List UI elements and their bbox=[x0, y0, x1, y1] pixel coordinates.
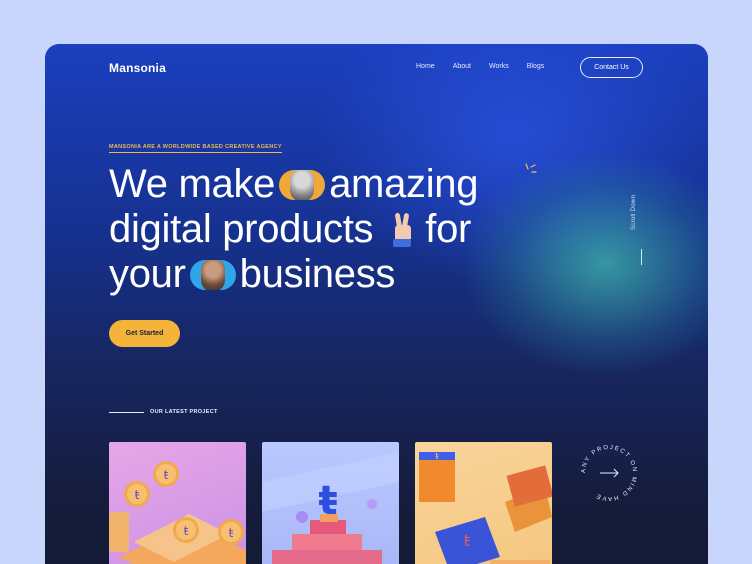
latest-project-heading: OUR LATEST PROJECT bbox=[150, 409, 218, 415]
hero-line-1: We make amazing bbox=[109, 162, 479, 207]
svg-text:ŧ: ŧ bbox=[135, 488, 140, 502]
nav-blogs[interactable]: Blogs bbox=[527, 63, 545, 70]
brand-logo[interactable]: Mansonia bbox=[109, 61, 166, 75]
svg-text:ŧ: ŧ bbox=[164, 468, 169, 482]
arrow-right-icon bbox=[600, 468, 619, 478]
project-illustration-stacks: ŧ ŧ bbox=[419, 452, 552, 564]
avatar bbox=[189, 259, 236, 290]
hero-line-3: your business bbox=[109, 252, 478, 297]
hero-line-2-b: for bbox=[425, 207, 472, 251]
project-card-1[interactable]: ŧ ŧ ŧ ŧ bbox=[109, 442, 246, 564]
nav-works[interactable]: Works bbox=[489, 63, 509, 70]
nav-about[interactable]: About bbox=[453, 63, 471, 70]
hero-eyebrow: MANSONIA ARE A WORLDWIDE BASED CREATIVE … bbox=[109, 144, 282, 153]
avatar-photo bbox=[290, 169, 315, 200]
project-illustration-coins: ŧ ŧ ŧ ŧ bbox=[109, 461, 246, 564]
hero-line-2: digital products for bbox=[109, 207, 478, 252]
svg-text:ŧ: ŧ bbox=[229, 526, 234, 540]
hero-headline: We make amazing digital products for you… bbox=[109, 162, 479, 297]
project-illustration-blocks: ŧ bbox=[262, 452, 399, 564]
avatar bbox=[279, 169, 326, 200]
get-started-button[interactable]: Get Started bbox=[109, 320, 180, 347]
landing-frame: Mansonia Home About Works Blogs Contact … bbox=[45, 44, 708, 564]
hero-line-1-b: amazing bbox=[329, 162, 479, 206]
project-inquiry-badge[interactable]: ANY PROJECT ON MIND HAVE bbox=[577, 441, 641, 505]
main-nav: Home About Works Blogs bbox=[416, 63, 562, 70]
scroll-down-label[interactable]: Scroll Down bbox=[631, 195, 637, 230]
nav-home[interactable]: Home bbox=[416, 63, 435, 70]
project-card-2[interactable]: ŧ bbox=[262, 442, 399, 564]
hero-line-2-a: digital products bbox=[109, 207, 374, 251]
svg-text:ŧ: ŧ bbox=[184, 524, 189, 538]
hero-line-3-b: business bbox=[239, 252, 396, 296]
project-card-3[interactable]: ŧ ŧ bbox=[415, 442, 552, 564]
svg-text:ŧ: ŧ bbox=[464, 531, 470, 550]
scroll-indicator-line bbox=[641, 249, 642, 265]
hero-line-3-a: your bbox=[109, 252, 186, 296]
hero-line-1-a: We make bbox=[109, 162, 276, 206]
svg-text:ŧ: ŧ bbox=[435, 452, 439, 462]
circular-text-badge: ANY PROJECT ON MIND HAVE bbox=[581, 445, 636, 501]
avatar-photo bbox=[200, 259, 225, 290]
section-divider bbox=[109, 412, 144, 413]
contact-us-button[interactable]: Contact Us bbox=[580, 57, 643, 78]
victory-hand-icon bbox=[393, 212, 412, 247]
sparkle-icon bbox=[525, 163, 537, 173]
